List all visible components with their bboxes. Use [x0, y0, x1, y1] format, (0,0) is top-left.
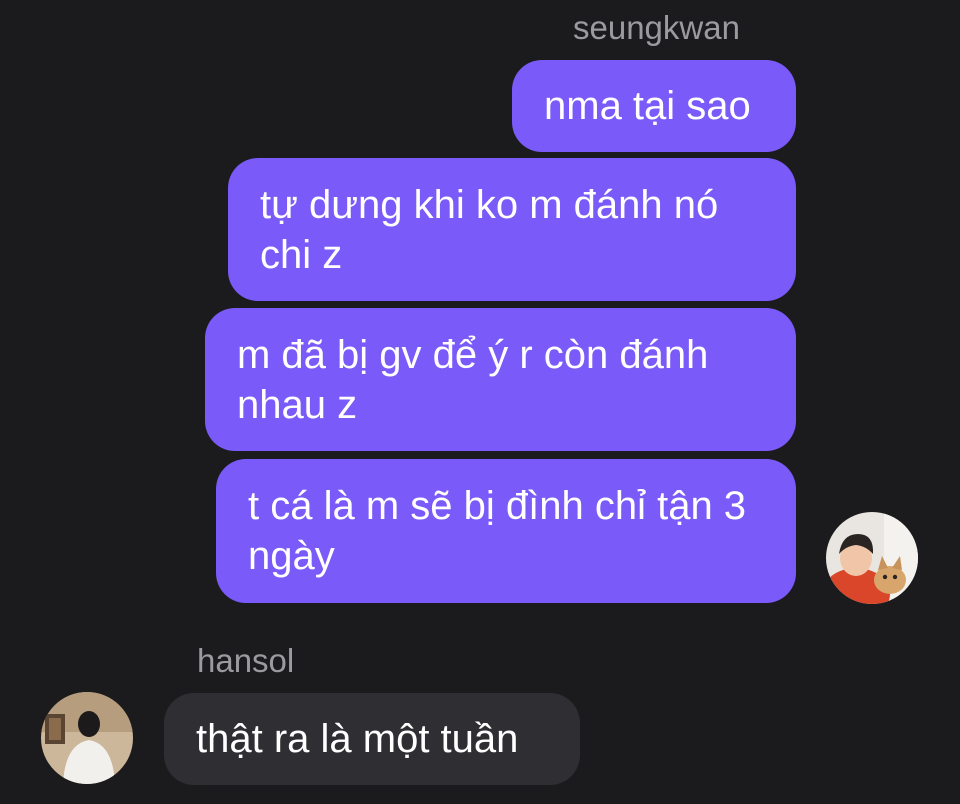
message-text: t cá là m sẽ bị đình chỉ tận 3 ngày [248, 484, 747, 578]
message-bubble-outgoing[interactable]: m đã bị gv để ý r còn đánh nhau z [205, 308, 796, 451]
message-text: m đã bị gv để ý r còn đánh nhau z [237, 333, 709, 427]
message-bubble-incoming[interactable]: thật ra là một tuần [164, 693, 580, 785]
seungkwan-avatar-icon[interactable] [826, 512, 918, 604]
message-bubble-outgoing[interactable]: tự dưng khi ko m đánh nó chi z [228, 158, 796, 301]
message-text: thật ra là một tuần [196, 717, 519, 761]
sender-name-seungkwan: seungkwan [573, 9, 740, 46]
message-text: nma tại sao [544, 84, 751, 128]
hansol-avatar-icon[interactable] [41, 692, 133, 784]
message-bubble-outgoing[interactable]: t cá là m sẽ bị đình chỉ tận 3 ngày [216, 459, 796, 603]
chat-thread: seungkwan nma tại sao tự dưng khi ko m đ… [0, 0, 960, 804]
message-bubble-outgoing[interactable]: nma tại sao [512, 60, 796, 152]
sender-name-hansol: hansol [197, 642, 295, 679]
message-text: tự dưng khi ko m đánh nó chi z [260, 183, 719, 277]
